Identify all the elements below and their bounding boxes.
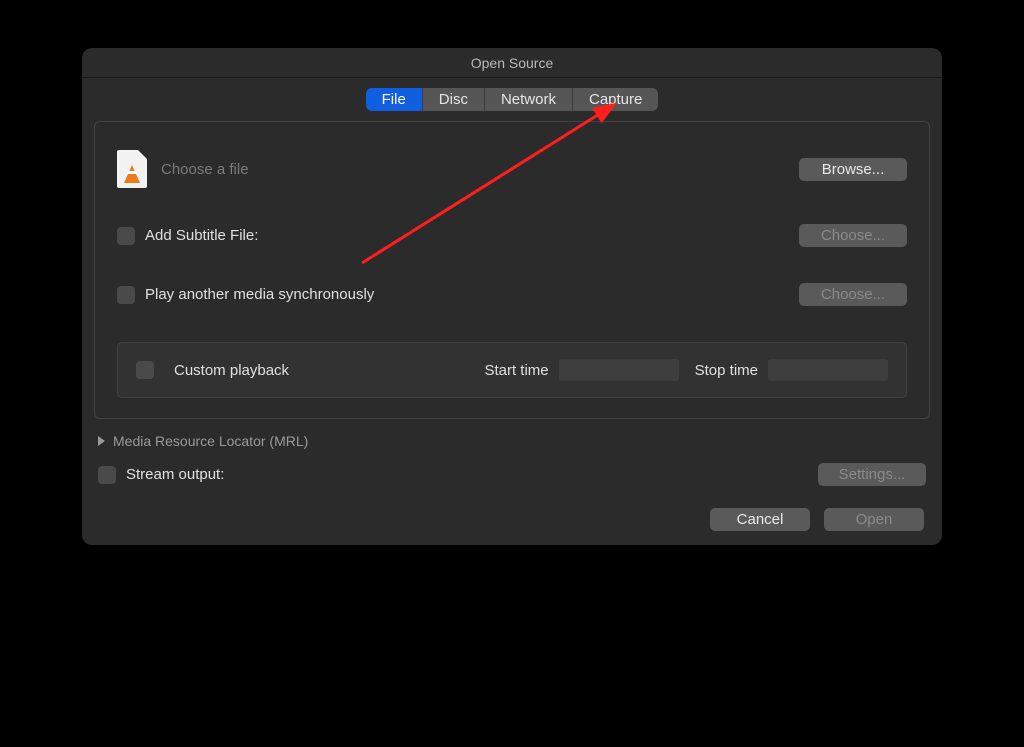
sync-media-label: Play another media synchronously (145, 286, 799, 303)
window-title: Open Source (471, 55, 554, 71)
choose-file-row: Choose a file Browse... (117, 150, 907, 188)
subtitle-checkbox[interactable] (117, 227, 135, 245)
tab-bar: File Disc Network Capture (94, 88, 930, 111)
subtitle-choose-button[interactable]: Choose... (799, 224, 907, 247)
stop-time-label: Stop time (695, 362, 758, 379)
start-time-label: Start time (484, 362, 548, 379)
stop-time-input[interactable] (768, 359, 888, 381)
open-button[interactable]: Open (824, 508, 924, 531)
dialog-content: File Disc Network Capture Choose a file … (82, 88, 942, 545)
stream-output-checkbox[interactable] (98, 466, 116, 484)
custom-playback-panel: Custom playback Start time Stop time (117, 342, 907, 398)
sync-media-row: Play another media synchronously Choose.… (117, 283, 907, 306)
disclosure-triangle-icon (98, 436, 105, 446)
dialog-footer: Cancel Open (94, 508, 930, 531)
cancel-button[interactable]: Cancel (710, 508, 810, 531)
tab-group: File Disc Network Capture (366, 88, 659, 111)
mrl-disclosure[interactable]: Media Resource Locator (MRL) (98, 433, 930, 449)
tab-file[interactable]: File (366, 88, 423, 111)
file-icon (117, 150, 147, 188)
stream-output-row: Stream output: Settings... (98, 463, 926, 486)
main-panel: Choose a file Browse... Add Subtitle Fil… (94, 121, 930, 419)
stream-output-label: Stream output: (126, 466, 818, 483)
custom-playback-checkbox[interactable] (136, 361, 154, 379)
tab-disc[interactable]: Disc (423, 88, 485, 111)
stream-settings-button[interactable]: Settings... (818, 463, 926, 486)
subtitle-row: Add Subtitle File: Choose... (117, 224, 907, 247)
tab-capture[interactable]: Capture (573, 88, 658, 111)
custom-playback-label: Custom playback (174, 362, 289, 379)
sync-media-checkbox[interactable] (117, 286, 135, 304)
choose-file-placeholder: Choose a file (161, 161, 799, 178)
vlc-cone-icon (124, 165, 140, 183)
tab-network[interactable]: Network (485, 88, 573, 111)
open-source-dialog: Open Source File Disc Network Capture Ch… (82, 48, 942, 545)
titlebar: Open Source (82, 48, 942, 78)
browse-button[interactable]: Browse... (799, 158, 907, 181)
subtitle-label: Add Subtitle File: (145, 227, 799, 244)
sync-media-choose-button[interactable]: Choose... (799, 283, 907, 306)
mrl-label: Media Resource Locator (MRL) (113, 433, 308, 449)
start-time-input[interactable] (559, 359, 679, 381)
